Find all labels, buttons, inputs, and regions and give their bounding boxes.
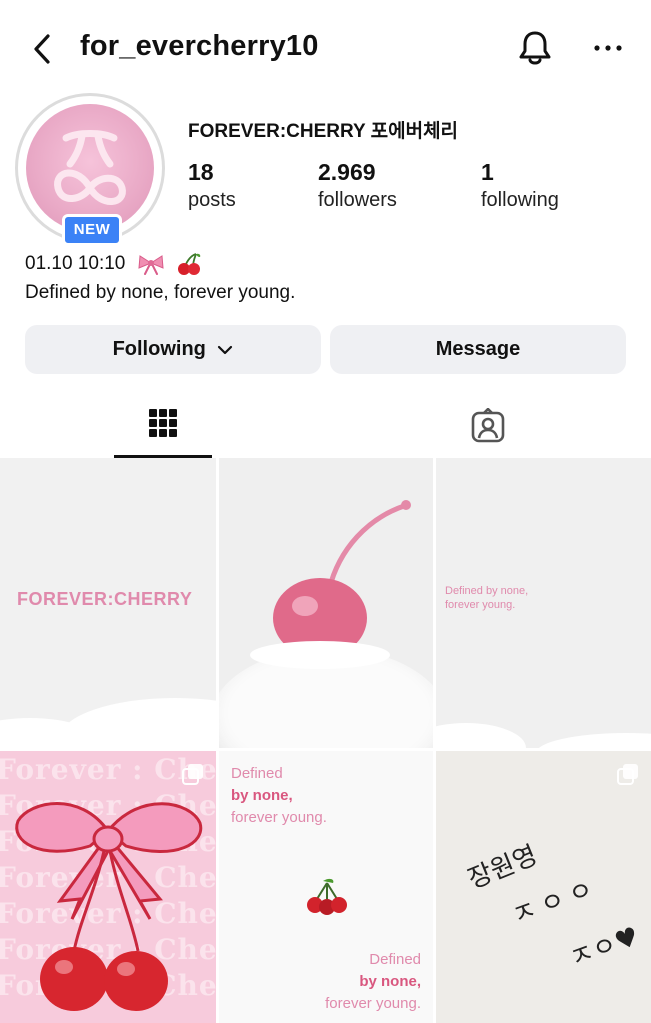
post-3-text: Defined by none, forever young. (445, 584, 605, 612)
bell-icon[interactable] (516, 28, 554, 68)
following-stat[interactable]: 1 following (481, 158, 559, 214)
posts-label: posts (188, 189, 236, 211)
multiple-posts-icon (617, 764, 638, 785)
cherry-cluster-image (307, 878, 347, 915)
bio-line-1: 01.10 10:10 (25, 252, 202, 276)
post-5-bottom-line: Defined (369, 951, 421, 968)
post-5-top-line: by none, (231, 787, 293, 804)
tagged-person-icon[interactable] (470, 408, 506, 444)
post-5-bottom-line: by none, (359, 973, 421, 990)
posts-grid: FOREVER:CHERRY Defined by none, forever … (0, 458, 651, 1023)
following-button[interactable]: Following (25, 325, 321, 374)
message-button[interactable]: Message (330, 325, 626, 374)
post-1[interactable]: FOREVER:CHERRY (0, 458, 216, 748)
top-bar: for_evercherry10 (0, 0, 651, 96)
post-2[interactable] (219, 458, 433, 748)
cherry-image (250, 500, 411, 669)
post-5-bottom-text: Defined by none, forever young. (325, 949, 421, 1015)
profile-full-name: FOREVER:CHERRY 포에버체리 (188, 121, 459, 142)
post-3[interactable]: Defined by none, forever young. (436, 458, 651, 748)
multiple-posts-icon (182, 764, 203, 785)
bio-line-2: Defined by none, forever young. (25, 282, 296, 303)
grid-icon (149, 409, 177, 437)
chevron-down-icon (218, 345, 233, 354)
posts-stat[interactable]: 18 posts (188, 158, 236, 214)
more-horizontal-icon[interactable] (592, 36, 624, 60)
post-5-top-text: Defined by none, forever young. (231, 763, 327, 829)
handwriting-line-3: ㅈㅇ♥ (565, 921, 643, 975)
following-count: 1 (481, 159, 494, 185)
post-5[interactable]: Defined by none, forever young. Defined … (219, 751, 433, 1023)
handwriting-line-1: 장원영 (463, 840, 542, 896)
profile-username: for_evercherry10 (80, 30, 319, 62)
followers-count: 2.969 (318, 159, 376, 185)
cream-shape (536, 733, 651, 748)
profile-tabs (0, 394, 651, 458)
cream-shape (436, 723, 526, 748)
followers-stat[interactable]: 2.969 followers (318, 158, 397, 214)
post-5-top-line: forever young. (231, 809, 327, 826)
cherries-emoji-icon (177, 253, 201, 275)
post-6[interactable]: 장원영 ㅈㅇㅇ ㅈㅇ♥ (436, 751, 651, 1023)
posts-count: 18 (188, 159, 214, 185)
bio-date: 01.10 10:10 (25, 253, 126, 275)
new-badge: NEW (62, 214, 122, 246)
post-5-top-line: Defined (231, 765, 283, 782)
post-3-line-1: Defined by none, (445, 585, 529, 597)
post-5-bottom-line: forever young. (325, 995, 421, 1012)
followers-label: followers (318, 189, 397, 211)
ribbon-emoji-icon (138, 255, 164, 275)
post-3-line-2: forever young. (445, 599, 516, 611)
chevron-left-icon[interactable] (28, 30, 58, 68)
cherry-logo-icon (54, 130, 126, 205)
ribbon-cherry-illustration (15, 802, 203, 1011)
following-button-label: Following (112, 338, 206, 360)
following-label: following (481, 189, 559, 211)
tab-grid[interactable] (114, 394, 212, 458)
avatar (26, 104, 154, 232)
post-4[interactable]: Forever : Cherry Forever : Cherry Foreve… (0, 751, 216, 1023)
post-1-title: FOREVER:CHERRY (17, 589, 193, 609)
